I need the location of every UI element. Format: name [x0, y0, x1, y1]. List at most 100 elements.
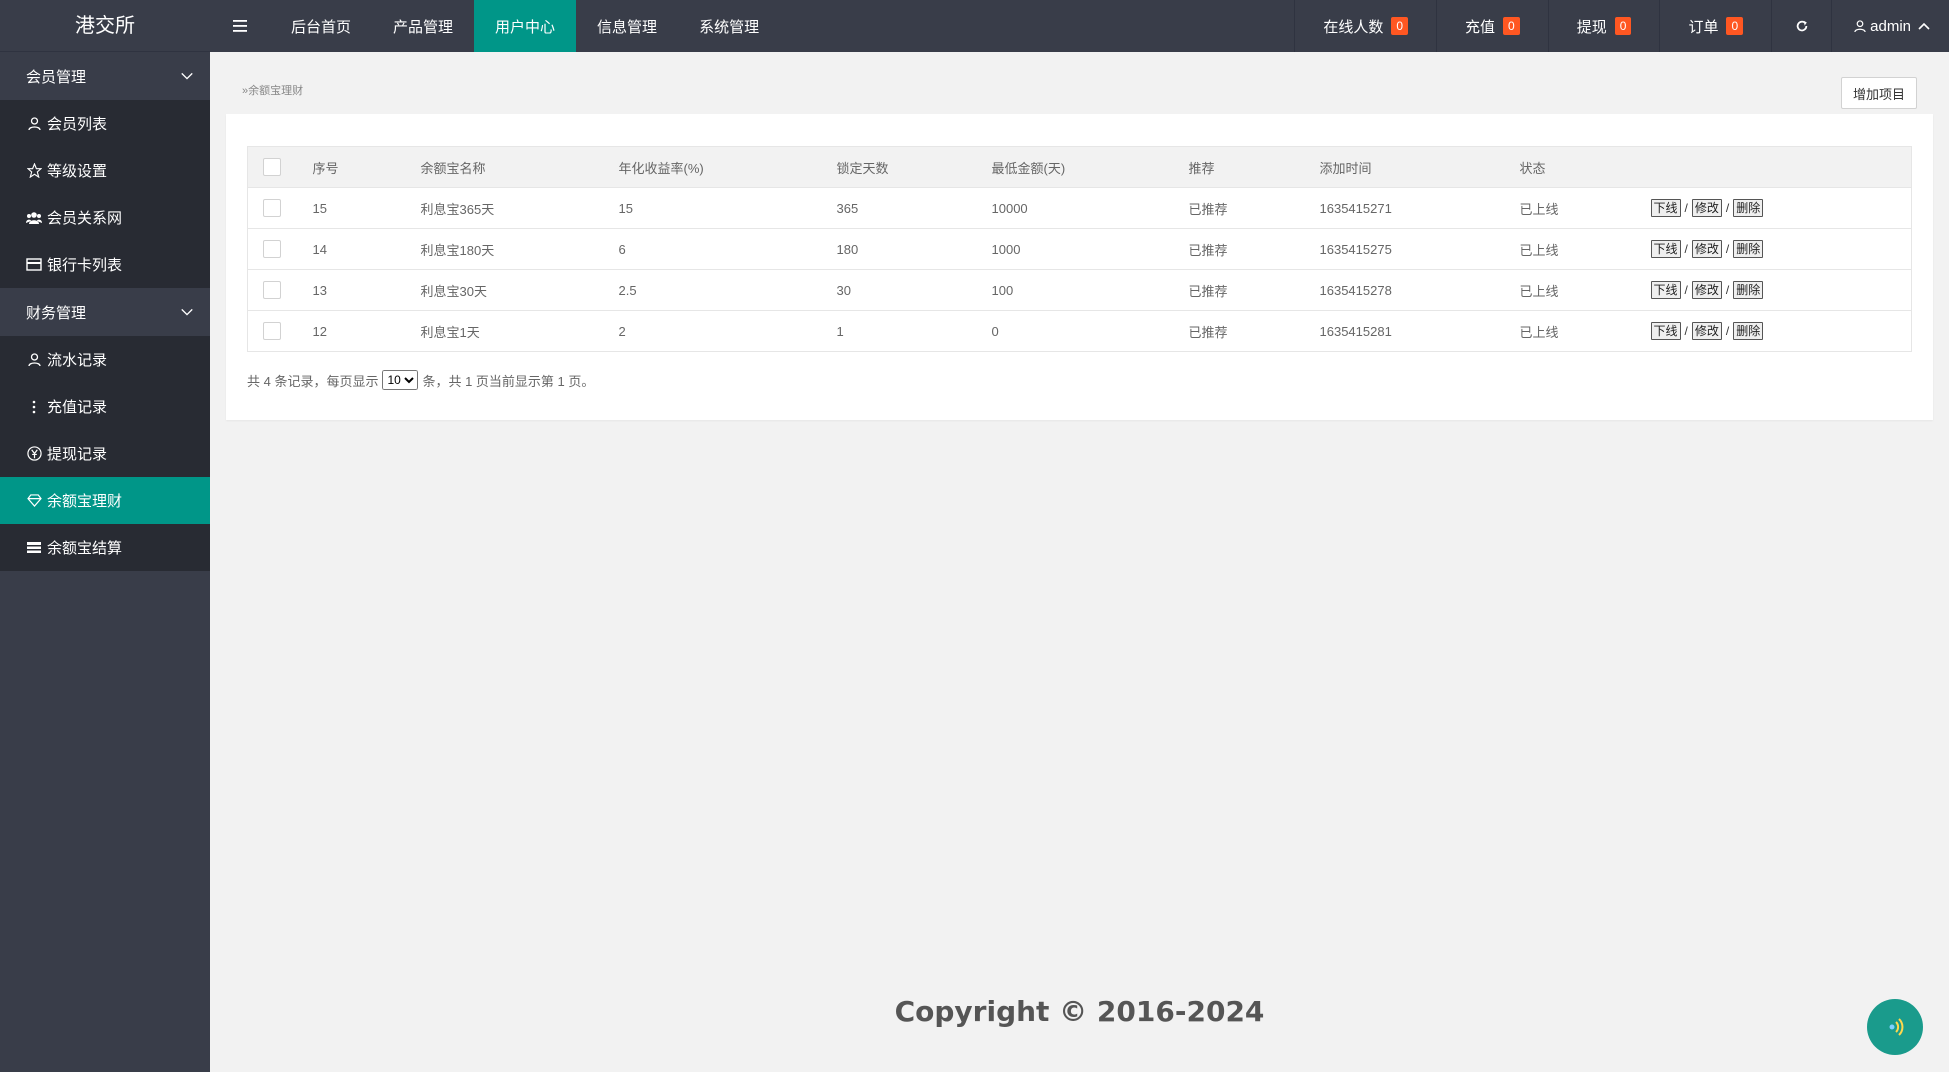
tab-info[interactable]: 信息管理 — [576, 0, 678, 52]
separator: / — [1725, 201, 1730, 215]
tab-system[interactable]: 系统管理 — [678, 0, 780, 52]
sidebar-item-label: 会员列表 — [47, 116, 108, 133]
username: admin — [1870, 17, 1911, 35]
withdraw-stat[interactable]: 提现 0 — [1547, 0, 1660, 52]
copyright: Copyright © 2016-2024 — [894, 995, 1265, 1028]
chevron-down-icon — [181, 72, 193, 80]
cell-recommend: 已推荐 — [1188, 269, 1320, 311]
cell-time: 1635415271 — [1319, 187, 1520, 229]
user-icon — [26, 352, 42, 368]
cell-id: 13 — [312, 269, 421, 311]
app-logo[interactable]: 港交所 — [0, 0, 210, 52]
cell-time: 1635415281 — [1319, 310, 1520, 352]
page-size-select[interactable]: 10 — [382, 370, 419, 390]
select-all-cell — [247, 146, 313, 188]
offline-button[interactable]: 下线 — [1650, 199, 1681, 217]
delete-button[interactable]: 删除 — [1733, 240, 1764, 258]
card-icon — [26, 257, 42, 273]
cell-name: 利息宝180天 — [420, 228, 619, 270]
sidebar-item-bank-cards[interactable]: 银行卡列表 — [0, 241, 210, 288]
tab-user-center[interactable]: 用户中心 — [474, 0, 577, 52]
row-checkbox[interactable] — [263, 281, 281, 299]
sidebar-group-member[interactable]: 会员管理 — [0, 52, 210, 100]
menu-toggle-button[interactable] — [210, 0, 270, 52]
orders-stat[interactable]: 订单 0 — [1659, 0, 1771, 52]
sidebar-item-recharge-records[interactable]: 充值记录 — [0, 383, 210, 430]
online-users-stat[interactable]: 在线人数 0 — [1294, 0, 1436, 52]
sidebar-item-yuebao-finance[interactable]: 余额宝理财 — [0, 477, 210, 524]
cell-status: 已上线 — [1519, 269, 1651, 311]
edit-button[interactable]: 修改 — [1691, 240, 1722, 258]
offline-button[interactable]: 下线 — [1650, 281, 1681, 299]
hamburger-icon — [233, 20, 247, 32]
pager-prefix: 共 4 条记录，每页显示 — [247, 373, 379, 389]
users-icon — [26, 210, 42, 226]
delete-button[interactable]: 删除 — [1733, 281, 1764, 299]
column-header: 余额宝名称 — [420, 146, 619, 188]
separator: / — [1684, 283, 1688, 297]
main-content: »余额宝理财 增加项目 序号 余额宝名称 年化收益率(%) 锁定天数 最低金额(… — [210, 52, 1949, 1072]
sidebar-group-label: 财务管理 — [26, 304, 87, 322]
cell-min: 1000 — [991, 228, 1189, 270]
cell-actions: 下线 / 修改 / 删除 — [1650, 187, 1912, 229]
row-checkbox[interactable] — [263, 240, 281, 258]
sidebar: 港交所 会员管理 会员列表 等级设置 会员关系网 银行卡列表 财务管理 流水记录 — [0, 0, 210, 1072]
count-badge: 0 — [1503, 17, 1520, 35]
cell-days: 1 — [836, 310, 992, 352]
tab-dashboard[interactable]: 后台首页 — [270, 0, 372, 52]
separator: / — [1684, 201, 1688, 215]
edit-button[interactable]: 修改 — [1691, 281, 1722, 299]
cell-recommend: 已推荐 — [1188, 228, 1320, 270]
cell-actions: 下线 / 修改 / 删除 — [1650, 269, 1912, 311]
offline-button[interactable]: 下线 — [1650, 322, 1681, 340]
recharge-stat[interactable]: 充值 0 — [1436, 0, 1548, 52]
table-panel: 序号 余额宝名称 年化收益率(%) 锁定天数 最低金额(天) 推荐 添加时间 状… — [226, 114, 1933, 420]
more-vertical-icon — [26, 399, 42, 415]
cell-days: 365 — [836, 187, 992, 229]
edit-button[interactable]: 修改 — [1691, 322, 1722, 340]
stat-label: 充值 — [1465, 18, 1496, 36]
separator: / — [1684, 242, 1688, 256]
sidebar-item-label: 银行卡列表 — [47, 257, 123, 274]
cell-min: 0 — [991, 310, 1189, 352]
user-menu[interactable]: admin — [1831, 0, 1949, 52]
column-header: 添加时间 — [1319, 146, 1520, 188]
floating-chat-button[interactable] — [1867, 999, 1923, 1055]
sidebar-item-level-settings[interactable]: 等级设置 — [0, 147, 210, 194]
sidebar-item-label: 等级设置 — [47, 163, 108, 180]
cell-rate: 2.5 — [618, 269, 837, 311]
select-all-checkbox[interactable] — [263, 158, 281, 176]
chevron-up-icon — [1918, 22, 1930, 30]
sidebar-item-member-network[interactable]: 会员关系网 — [0, 194, 210, 241]
sidebar-group-member-items: 会员列表 等级设置 会员关系网 银行卡列表 — [0, 100, 210, 288]
sidebar-item-withdraw-records[interactable]: 提现记录 — [0, 430, 210, 477]
top-nav: 后台首页 产品管理 用户中心 信息管理 系统管理 — [270, 0, 780, 52]
cell-name: 利息宝1天 — [420, 310, 619, 352]
refresh-button[interactable] — [1771, 0, 1831, 52]
add-project-button[interactable]: 增加项目 — [1840, 77, 1917, 109]
delete-button[interactable]: 删除 — [1733, 199, 1764, 217]
cell-rate: 6 — [618, 228, 837, 270]
cell-status: 已上线 — [1519, 310, 1651, 352]
tab-products[interactable]: 产品管理 — [372, 0, 474, 52]
sidebar-item-flow-records[interactable]: 流水记录 — [0, 336, 210, 383]
edit-button[interactable]: 修改 — [1691, 199, 1722, 217]
delete-button[interactable]: 删除 — [1733, 322, 1764, 340]
top-bar: 后台首页 产品管理 用户中心 信息管理 系统管理 在线人数 0 充值 0 提现 … — [210, 0, 1949, 52]
column-header: 最低金额(天) — [991, 146, 1189, 188]
offline-button[interactable]: 下线 — [1650, 240, 1681, 258]
column-header: 推荐 — [1188, 146, 1320, 188]
breadcrumb: »余额宝理财 — [242, 85, 304, 97]
sidebar-item-yuebao-settlement[interactable]: 余额宝结算 — [0, 524, 210, 571]
sidebar-group-finance[interactable]: 财务管理 — [0, 288, 210, 336]
top-right: 在线人数 0 充值 0 提现 0 订单 0 admin — [1294, 0, 1949, 52]
row-checkbox[interactable] — [263, 322, 281, 340]
user-icon — [26, 116, 42, 132]
sidebar-item-label: 会员关系网 — [47, 210, 123, 227]
refresh-icon — [1796, 20, 1807, 32]
sidebar-item-member-list[interactable]: 会员列表 — [0, 100, 210, 147]
yen-icon — [26, 446, 42, 462]
row-checkbox[interactable] — [263, 199, 281, 217]
column-header: 序号 — [312, 146, 421, 188]
cell-min: 100 — [991, 269, 1189, 311]
